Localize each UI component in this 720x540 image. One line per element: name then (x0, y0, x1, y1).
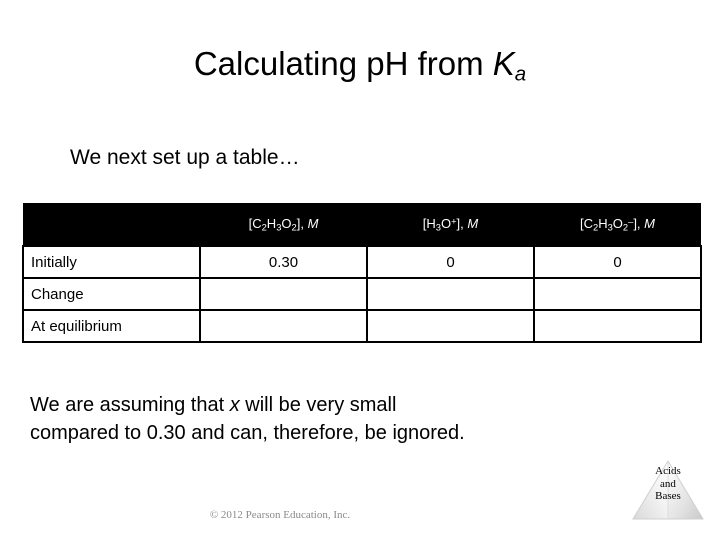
cell-equilibrium-acetate (533, 309, 702, 343)
body-line-2: compared to 0.30 and can, therefore, be … (30, 422, 465, 444)
slide-root: Calculating pH from Ka We next set up a … (0, 0, 720, 540)
cell-change-acetic-acid (199, 277, 368, 311)
table-header-blank (23, 203, 200, 246)
cell-initially-acetic-acid: 0.30 (199, 245, 368, 279)
table-header-hydronium: [H3O+], M (367, 203, 534, 246)
body-line-1-after: will be very small (239, 394, 397, 416)
body-line-1-before: We are assuming that (30, 394, 230, 416)
table-header-acetate: [C2H3O2–], M (534, 203, 701, 246)
table-header-row: [C2H3O2], M [H3O+], M [C2H3O2–], M (23, 203, 701, 246)
table-row: Initially 0.30 0 0 (22, 245, 702, 279)
table-row: Change (22, 277, 702, 311)
copyright-text: © 2012 Pearson Education, Inc. (209, 509, 351, 521)
logo-text: Acids and Bases (631, 465, 705, 503)
body-paragraph: We are assuming that x will be very smal… (30, 391, 465, 447)
acids-and-bases-logo: Acids and Bases (631, 459, 705, 523)
table-row: At equilibrium (22, 309, 702, 343)
subtitle-text: We next set up a table… (70, 146, 300, 169)
copyright-notice: © 2012 Pearson Education, Inc. (0, 509, 720, 521)
cell-initially-hydronium: 0 (366, 245, 535, 279)
ice-table: [C2H3O2], M [H3O+], M [C2H3O2–], M Initi… (22, 203, 702, 343)
page-title: Calculating pH from Ka (0, 44, 720, 95)
table-body: Initially 0.30 0 0 Change At equilibrium (22, 245, 702, 343)
logo-line-1: Acids (655, 465, 681, 477)
body-variable-x: x (229, 394, 240, 416)
row-label-initially: Initially (22, 245, 201, 279)
page-title-symbol: K (492, 45, 515, 82)
row-label-change: Change (22, 277, 201, 311)
body-line-1: We are assuming that x will be very smal… (30, 391, 465, 419)
logo-line-2: and (660, 477, 676, 490)
cell-equilibrium-hydronium (366, 309, 535, 343)
table-header: [C2H3O2], M [H3O+], M [C2H3O2–], M (23, 203, 701, 246)
cell-initially-acetate: 0 (533, 245, 702, 279)
cell-change-acetate (533, 277, 702, 311)
table-header-acetic-acid: [C2H3O2], M (200, 203, 367, 246)
cell-change-hydronium (366, 277, 535, 311)
page-title-subscript: a (514, 62, 527, 86)
row-label-at-equilibrium: At equilibrium (22, 309, 201, 343)
page-title-text: Calculating pH from (193, 45, 493, 82)
cell-equilibrium-acetic-acid (199, 309, 368, 343)
logo-line-3: Bases (655, 490, 681, 502)
